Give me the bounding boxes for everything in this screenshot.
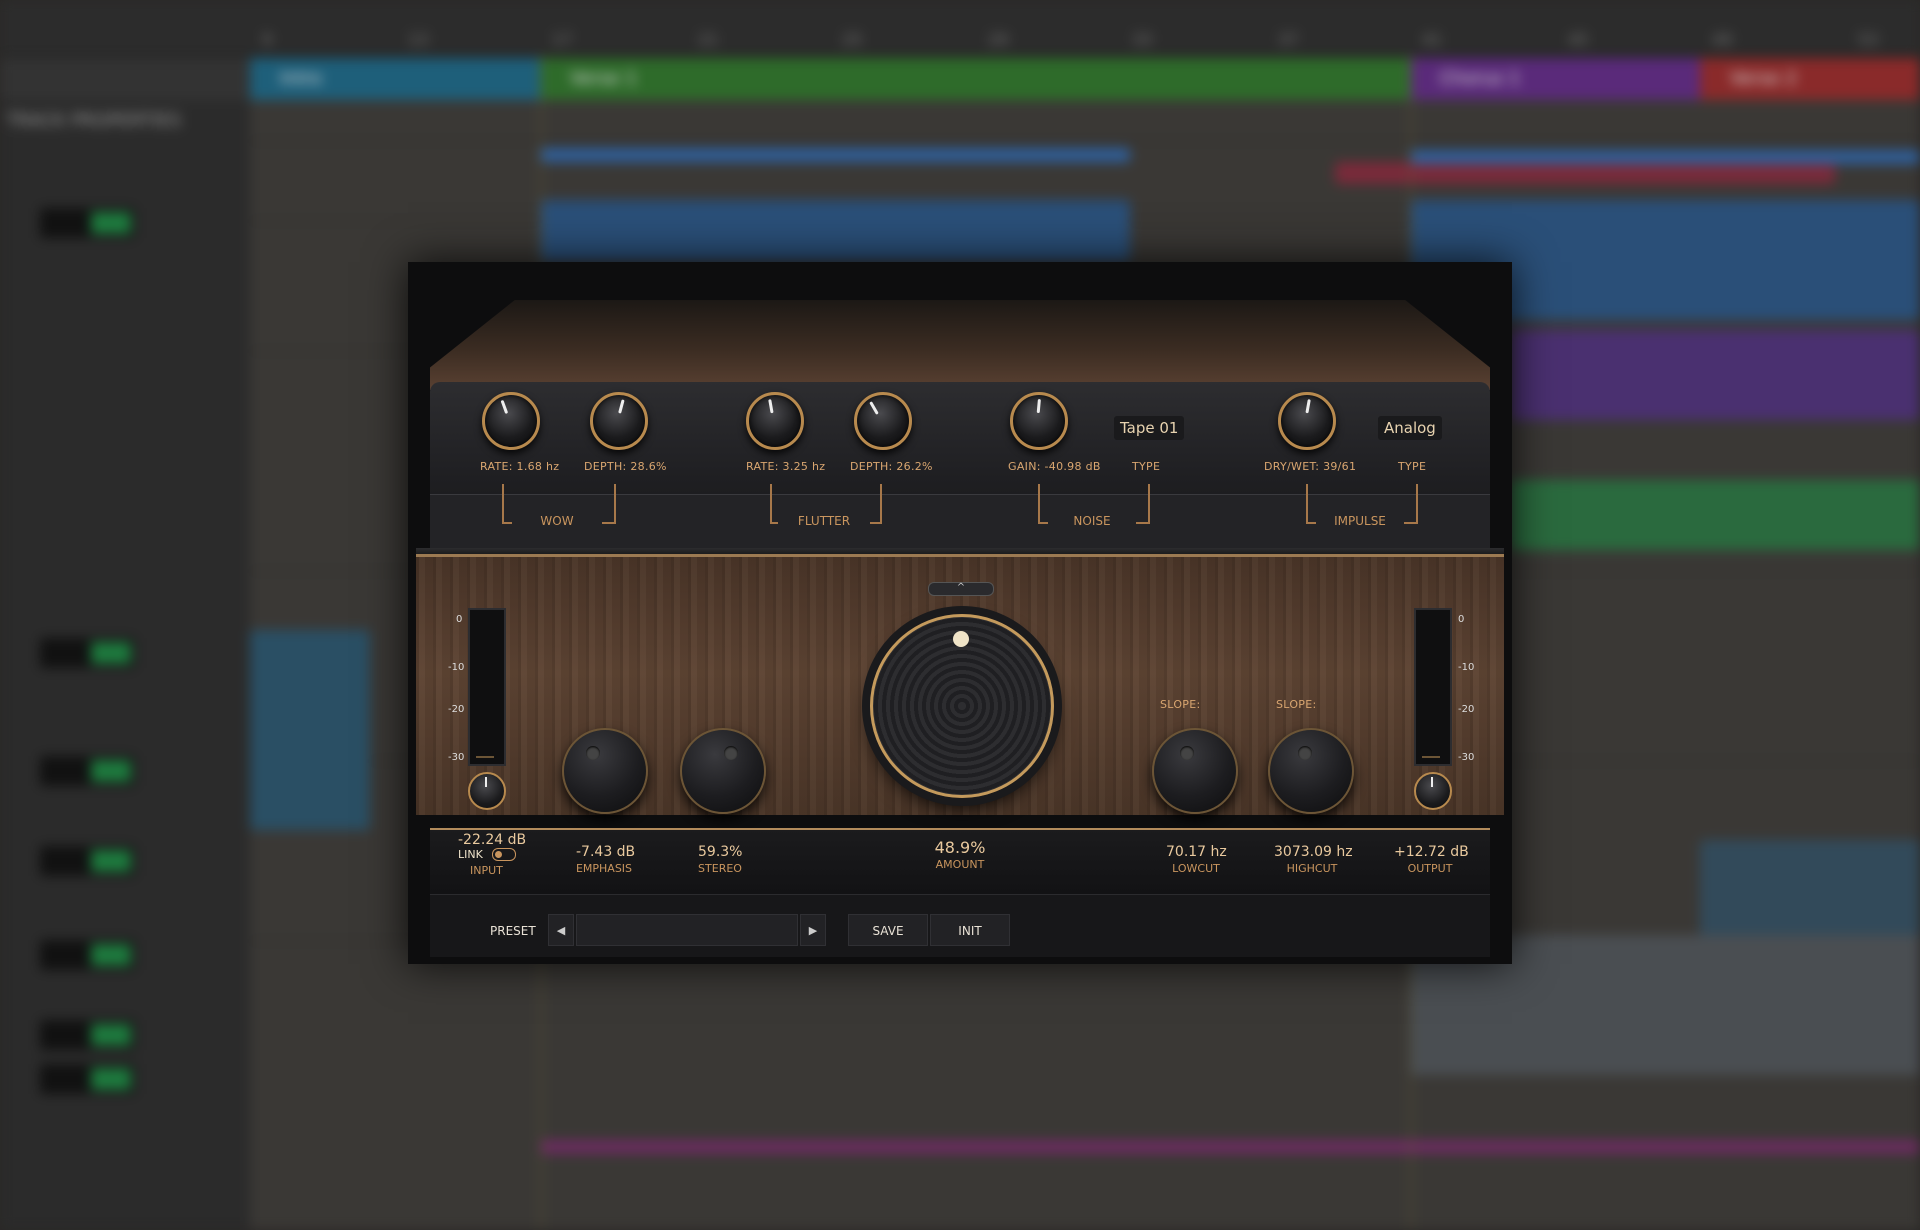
highcut-knob[interactable]	[1268, 728, 1354, 814]
marker-verse-2[interactable]: Verse 2	[1700, 58, 1920, 100]
flutter-rate-knob[interactable]	[746, 392, 804, 450]
midi-clip[interactable]	[250, 630, 370, 830]
track-meter	[40, 1020, 135, 1050]
lowcut-slope-label: SLOPE:	[1160, 698, 1201, 711]
highcut-slope-label: SLOPE:	[1276, 698, 1317, 711]
output-value: +12.72 dB	[1394, 844, 1469, 860]
output-gain-knob[interactable]	[1414, 772, 1452, 810]
marker-intro[interactable]: Intro	[250, 58, 540, 100]
ruler-tick: 41	[1422, 30, 1443, 49]
impulse-drywet-knob[interactable]	[1278, 392, 1336, 450]
meter-tick: -10	[1458, 662, 1475, 673]
flutter-group-label: FLUTTER	[778, 514, 870, 528]
plugin-top-cover	[430, 300, 1490, 390]
input-value: -22.24 dB	[458, 832, 527, 848]
ruler-tick: 33	[1132, 30, 1153, 49]
noise-type-select[interactable]: Tape 01	[1114, 416, 1185, 440]
ruler-tick: 25	[842, 30, 863, 49]
audio-clip[interactable]	[1510, 480, 1920, 550]
preset-label: PRESET	[490, 924, 536, 938]
ruler-tick: 13	[408, 30, 429, 49]
lowcut-value: 70.17 hz	[1166, 844, 1227, 860]
amount-knob[interactable]	[870, 614, 1054, 798]
input-gain-knob[interactable]	[468, 772, 506, 810]
impulse-type-select[interactable]: Analog	[1378, 416, 1442, 440]
flutter-depth-label: DEPTH: 26.2%	[850, 460, 933, 473]
collapse-toggle-button[interactable]: ^	[928, 582, 994, 596]
ruler-tick: 9	[262, 30, 273, 49]
timeline-ruler[interactable]: 9 13 17 21 25 29 33 37 41 45 49 53	[0, 0, 1920, 57]
ruler-tick: 37	[1278, 30, 1299, 49]
link-label: LINK	[458, 848, 483, 861]
audio-clip[interactable]	[1410, 150, 1920, 164]
stereo-label: STEREO	[698, 862, 742, 875]
track-meter	[40, 208, 135, 238]
meter-tick: -30	[1458, 752, 1475, 763]
noise-gain-knob[interactable]	[1010, 392, 1068, 450]
emphasis-label: EMPHASIS	[575, 862, 633, 875]
wow-depth-label: DEPTH: 28.6%	[584, 460, 667, 473]
meter-tick: -10	[448, 662, 465, 673]
input-label: INPUT	[470, 864, 503, 877]
ruler-tick: 29	[988, 30, 1009, 49]
ruler-tick: 49	[1712, 30, 1733, 49]
output-meter	[1414, 608, 1452, 766]
track-panel: TRACK PROPERTIES	[0, 100, 250, 1230]
impulse-type-label: TYPE	[1398, 460, 1427, 473]
wow-rate-label: RATE: 1.68 hz	[480, 460, 560, 473]
meter-tick: 0	[1458, 614, 1465, 625]
arranger-markers: Intro Verse 1 Chorus 1 Verse 2	[0, 58, 1920, 100]
wow-depth-knob[interactable]	[590, 392, 648, 450]
init-preset-button[interactable]: INIT	[930, 914, 1010, 946]
preset-next-button[interactable]: ▶	[800, 914, 826, 946]
output-label: OUTPUT	[1407, 862, 1453, 875]
save-preset-button[interactable]: SAVE	[848, 914, 928, 946]
highcut-value: 3073.09 hz	[1274, 844, 1353, 860]
tape-plugin-window: RATE: 1.68 hz DEPTH: 28.6% WOW RATE: 3.2…	[408, 262, 1512, 964]
input-meter	[468, 608, 506, 766]
audio-clip[interactable]	[540, 148, 1130, 162]
audio-clip[interactable]	[540, 1140, 1920, 1154]
highcut-label: HIGHCUT	[1286, 862, 1338, 875]
meter-tick: 0	[456, 614, 463, 625]
flutter-rate-label: RATE: 3.25 hz	[746, 460, 826, 473]
impulse-group-label: IMPULSE	[1316, 514, 1404, 528]
ruler-tick: 21	[698, 30, 719, 49]
meter-tick: -30	[448, 752, 465, 763]
track-meter	[40, 756, 135, 786]
stereo-knob[interactable]	[680, 728, 766, 814]
ruler-tick: 17	[552, 30, 573, 49]
stereo-value: 59.3%	[698, 844, 743, 860]
midi-clip[interactable]	[1510, 330, 1920, 420]
noise-gain-label: GAIN: -40.98 dB	[1008, 460, 1101, 473]
noise-group-label: NOISE	[1048, 514, 1136, 528]
emphasis-value: -7.43 dB	[576, 844, 636, 860]
meter-tick: -20	[1458, 704, 1475, 715]
wow-rate-knob[interactable]	[482, 392, 540, 450]
marker-verse-1[interactable]: Verse 1	[540, 58, 1410, 100]
flutter-depth-knob[interactable]	[854, 392, 912, 450]
panel-title: TRACK PROPERTIES	[6, 110, 181, 131]
track-meter	[40, 1064, 135, 1094]
impulse-drywet-label: DRY/WET: 39/61	[1264, 460, 1357, 473]
preset-prev-button[interactable]: ◀	[548, 914, 574, 946]
ruler-tick: 45	[1568, 30, 1589, 49]
ruler-tick: 53	[1858, 30, 1879, 49]
emphasis-knob[interactable]	[562, 728, 648, 814]
track-meter	[40, 638, 135, 668]
preset-name-field[interactable]	[576, 914, 798, 946]
lowcut-knob[interactable]	[1152, 728, 1238, 814]
wow-group-label: WOW	[512, 514, 602, 528]
track-meter	[40, 846, 135, 876]
link-toggle[interactable]	[492, 848, 516, 861]
meter-tick: -20	[448, 704, 465, 715]
midi-clip[interactable]	[540, 200, 1130, 262]
track-meter	[40, 940, 135, 970]
marker-chorus-1[interactable]: Chorus 1	[1410, 58, 1700, 100]
amount-value: 48.9%	[934, 838, 986, 857]
lowcut-label: LOWCUT	[1172, 862, 1220, 875]
amount-label: AMOUNT	[935, 858, 985, 871]
noise-type-label: TYPE	[1132, 460, 1161, 473]
